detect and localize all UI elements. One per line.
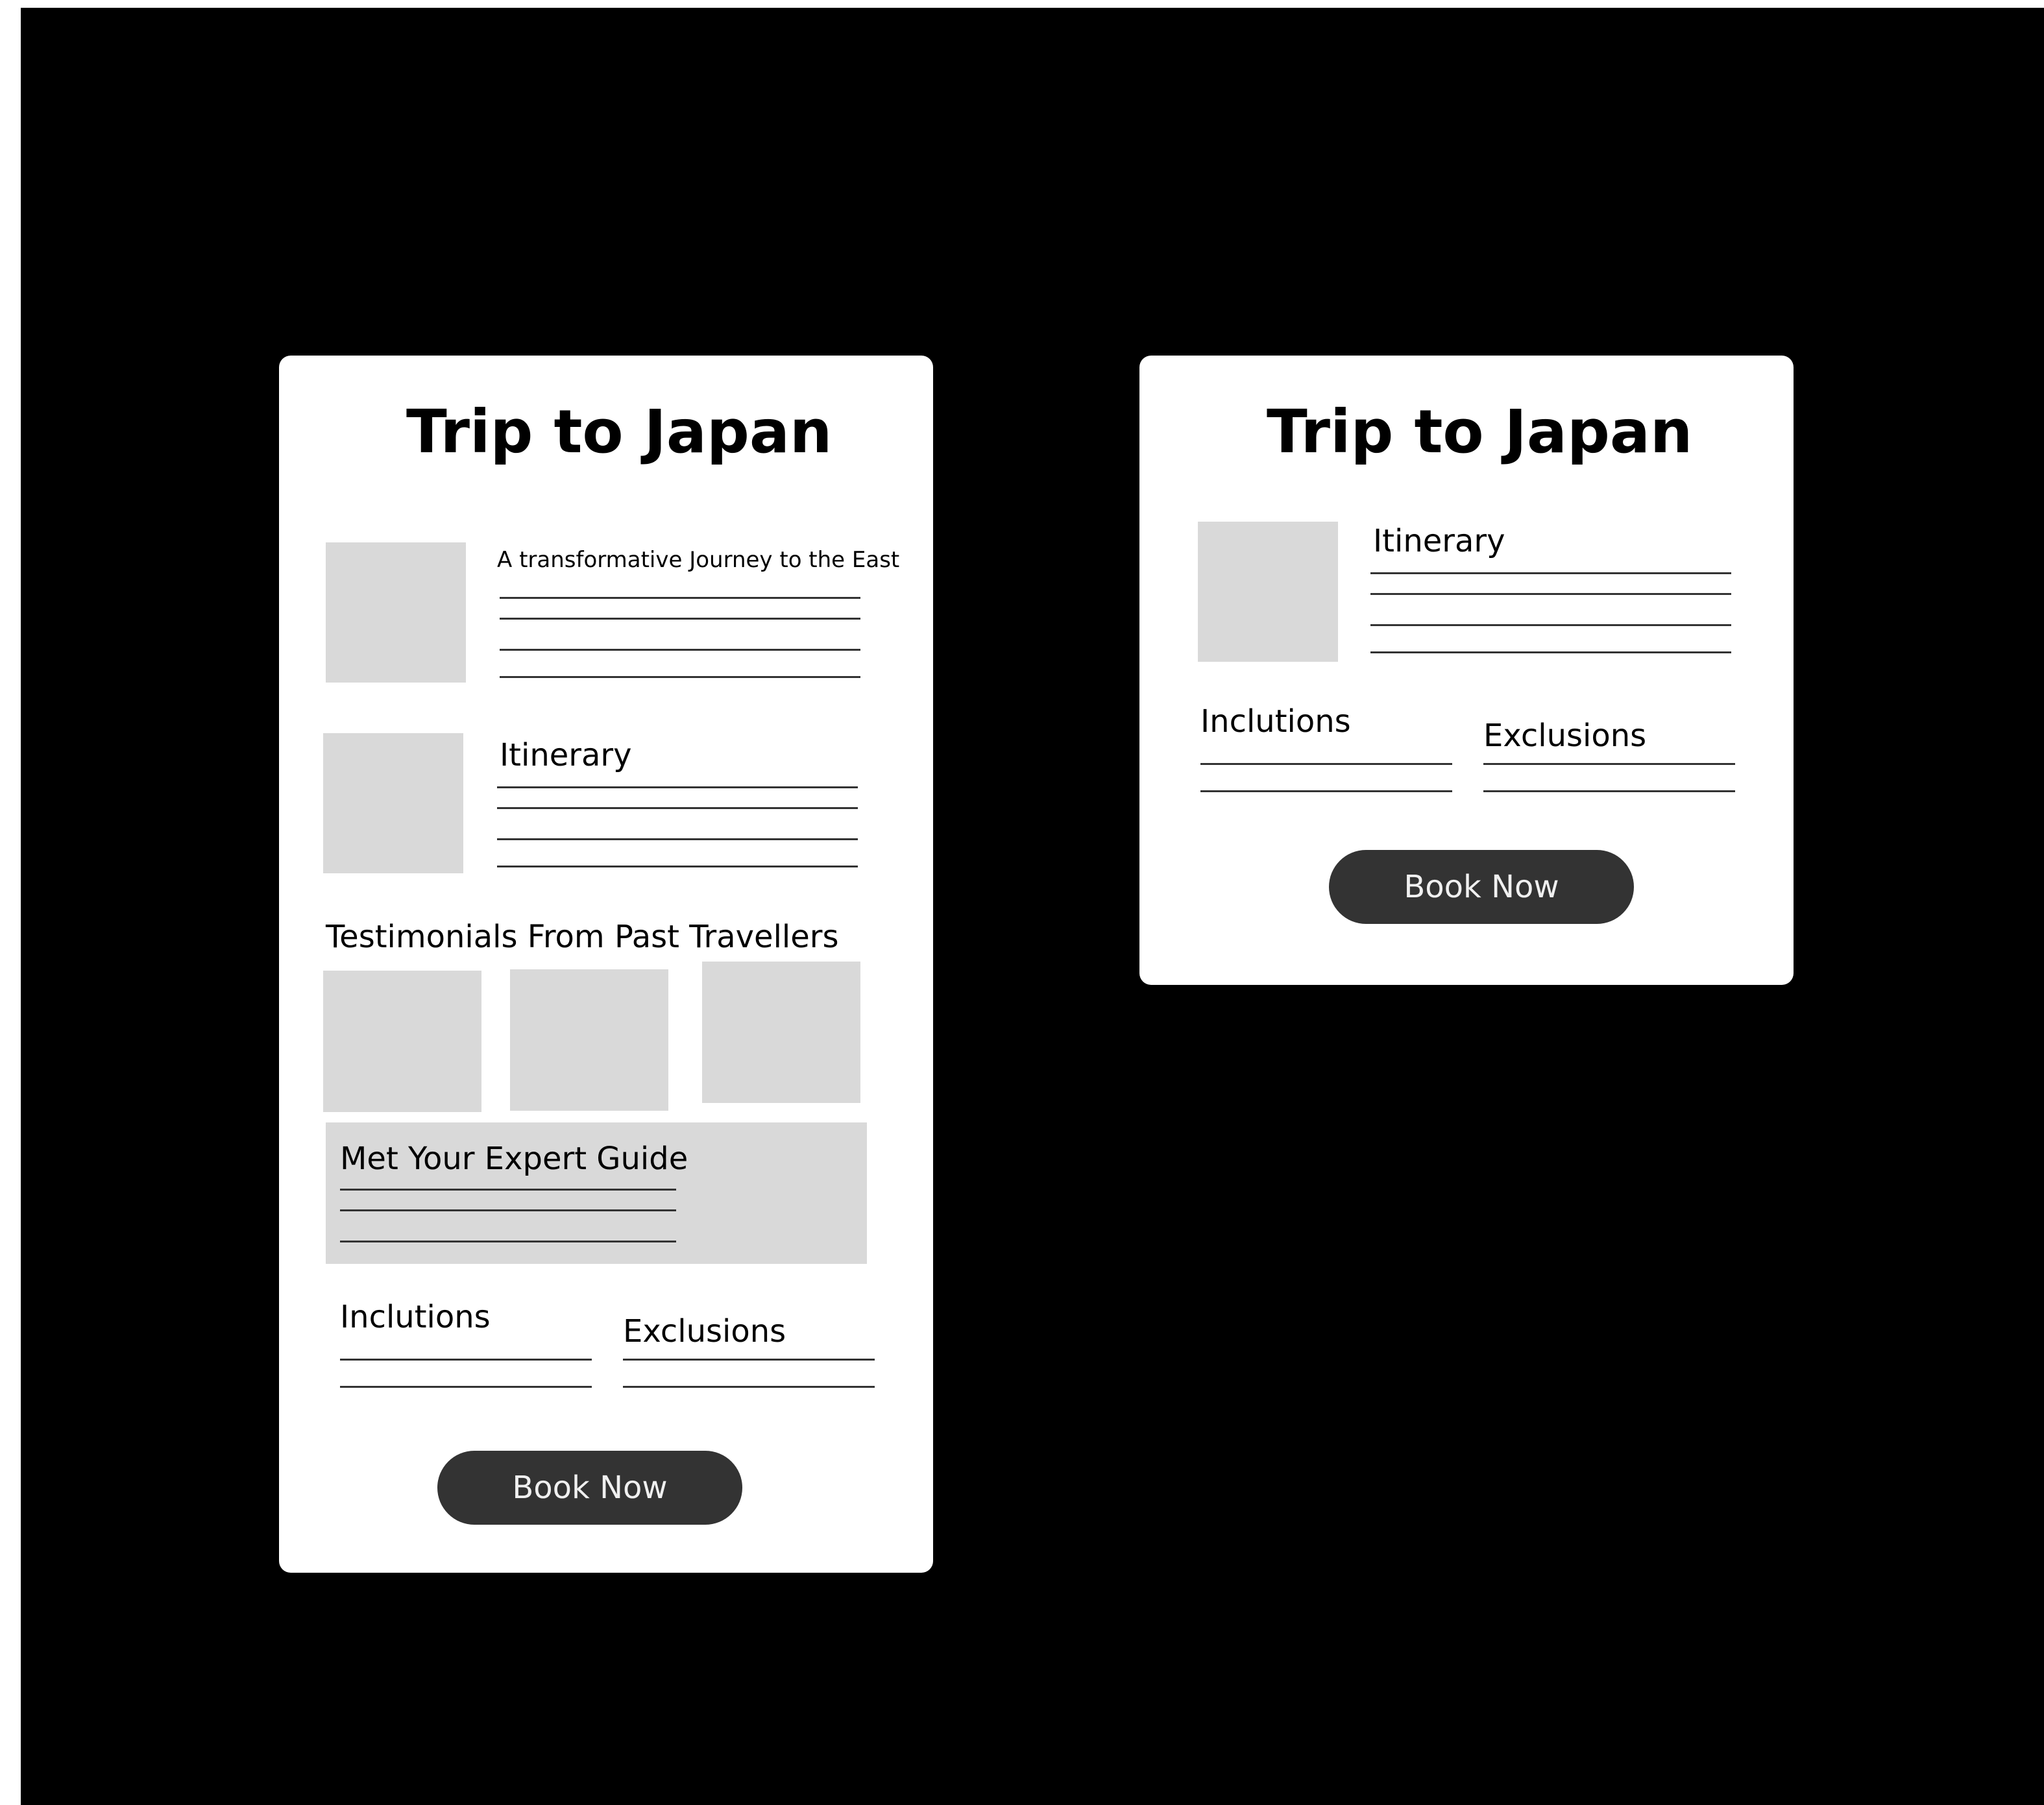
intro-text-line xyxy=(500,618,860,620)
itinerary-text-line xyxy=(497,807,858,809)
itinerary-text-line xyxy=(497,866,858,867)
inclusions-text-line xyxy=(340,1359,592,1361)
intro-text-line xyxy=(500,597,860,599)
inclusions-text-line xyxy=(340,1386,592,1388)
book-now-button[interactable]: Book Now xyxy=(437,1451,742,1525)
exclusions-text-line xyxy=(1483,790,1735,792)
intro-heading: A transformative Journey to the East xyxy=(497,547,900,573)
exclusions-text-line xyxy=(623,1359,875,1361)
itinerary-text-line xyxy=(1370,651,1731,653)
intro-image-placeholder xyxy=(326,542,466,683)
trip-title: Trip to Japan xyxy=(406,397,833,466)
exclusions-text-line xyxy=(1483,763,1735,765)
intro-text-line xyxy=(500,649,860,651)
inclusions-label: Inclutions xyxy=(340,1299,491,1335)
testimonials-label: Testimonials From Past Travellers xyxy=(326,919,839,955)
exclusions-label: Exclusions xyxy=(1483,718,1647,754)
itinerary-text-line xyxy=(1370,624,1731,626)
trip-summary-card: Trip to Japan Itinerary Inclutions Exclu… xyxy=(1139,356,1794,985)
guide-text-line xyxy=(340,1241,676,1242)
guide-text-line xyxy=(340,1209,676,1211)
book-now-button[interactable]: Book Now xyxy=(1329,850,1634,924)
itinerary-label: Itinerary xyxy=(1373,523,1505,559)
itinerary-text-line xyxy=(497,786,858,788)
itinerary-text-line xyxy=(1370,593,1731,595)
itinerary-image-placeholder xyxy=(1198,522,1338,662)
trip-title: Trip to Japan xyxy=(1267,397,1693,466)
itinerary-text-line xyxy=(1370,572,1731,574)
itinerary-image-placeholder xyxy=(323,733,463,873)
inclusions-text-line xyxy=(1200,790,1452,792)
guide-text-line xyxy=(340,1189,676,1191)
testimonial-image-placeholder xyxy=(510,969,668,1111)
testimonial-image-placeholder xyxy=(702,962,860,1103)
itinerary-text-line xyxy=(497,838,858,840)
exclusions-text-line xyxy=(623,1386,875,1388)
inclusions-text-line xyxy=(1200,763,1452,765)
inclusions-label: Inclutions xyxy=(1200,703,1351,740)
itinerary-label: Itinerary xyxy=(500,737,632,773)
testimonial-image-placeholder xyxy=(323,971,481,1112)
expert-guide-label: Met Your Expert Guide xyxy=(340,1141,688,1177)
exclusions-label: Exclusions xyxy=(623,1313,786,1350)
trip-page-card: Trip to Japan A transformative Journey t… xyxy=(279,356,933,1573)
intro-text-line xyxy=(500,676,860,678)
